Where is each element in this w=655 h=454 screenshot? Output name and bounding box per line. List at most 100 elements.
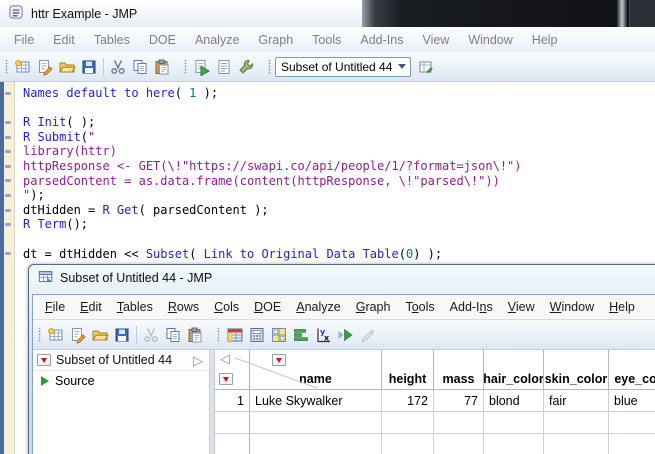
line-marker xyxy=(5,252,11,256)
menu-item-window[interactable]: Window xyxy=(550,300,594,314)
red-triangle-menu-icon[interactable] xyxy=(37,354,51,366)
graph-builder-icon[interactable] xyxy=(290,324,312,346)
menu-item-add-ins[interactable]: Add-Ins xyxy=(360,33,403,47)
data-table-window-icon xyxy=(38,269,54,288)
fit-yx-icon[interactable]: yx xyxy=(312,324,334,346)
open-folder-icon[interactable] xyxy=(56,56,78,78)
run-script-icon[interactable] xyxy=(191,56,213,78)
w1-toolbar-groups xyxy=(2,54,265,80)
toolbar-grip xyxy=(38,326,41,343)
line-marker xyxy=(5,150,11,154)
new-script-icon[interactable] xyxy=(67,324,89,346)
menu-item-analyze[interactable]: Analyze xyxy=(296,300,340,314)
menu-item-doe[interactable]: DOE xyxy=(149,33,176,47)
menu-item-add-ins[interactable]: Add-Ins xyxy=(450,300,493,314)
column-header-hair_color[interactable]: hair_color xyxy=(484,350,544,390)
row-number[interactable]: 1 xyxy=(215,390,250,412)
menu-item-tools[interactable]: Tools xyxy=(405,300,434,314)
column-header-eye_color[interactable]: eye_color xyxy=(609,350,655,390)
window-grid-icon[interactable] xyxy=(268,324,290,346)
menu-item-help[interactable]: Help xyxy=(532,33,558,47)
copy-icon[interactable] xyxy=(129,56,151,78)
log-icon[interactable] xyxy=(213,56,235,78)
toolbar-grip xyxy=(217,326,220,343)
script-window-icon xyxy=(8,4,25,24)
table-edit-icon[interactable] xyxy=(415,56,437,78)
menu-item-doe[interactable]: DOE xyxy=(254,300,281,314)
column-header-skin_color[interactable]: skin_color xyxy=(544,350,609,390)
open-folder-icon[interactable] xyxy=(89,324,111,346)
row-number[interactable] xyxy=(215,434,250,454)
w1-titlebar[interactable]: httr Example - JMP xyxy=(0,0,655,27)
table-row-empty xyxy=(215,412,655,434)
menu-item-cols[interactable]: Cols xyxy=(214,300,239,314)
menu-item-analyze[interactable]: Analyze xyxy=(195,33,239,47)
table-row[interactable]: 1 Luke Skywalker 172 77 blond fair blue xyxy=(215,390,655,412)
menu-item-file[interactable]: File xyxy=(14,33,34,47)
w2-body: Subset of Untitled 44 ▷ Source Columns (… xyxy=(33,350,655,454)
cell-hair_color[interactable]: blond xyxy=(484,390,544,412)
edit-icon[interactable] xyxy=(356,324,378,346)
menu-item-help[interactable]: Help xyxy=(609,300,635,314)
cell-name xyxy=(250,412,382,434)
code-line: R Init( ); xyxy=(23,115,96,130)
line-marker xyxy=(5,135,11,139)
menu-item-graph[interactable]: Graph xyxy=(258,33,293,47)
menu-item-graph[interactable]: Graph xyxy=(356,300,391,314)
new-script-icon[interactable] xyxy=(34,56,56,78)
paste-icon[interactable] xyxy=(184,324,206,346)
distribute-icon[interactable] xyxy=(334,324,356,346)
corner-diagonal-line xyxy=(234,357,318,389)
cell-skin_color[interactable]: fair xyxy=(544,390,609,412)
menu-item-tables[interactable]: Tables xyxy=(94,33,130,47)
menu-item-view[interactable]: View xyxy=(422,33,449,47)
code-line: dtHidden = R Get( parsedContent ); xyxy=(23,202,269,217)
editor-gutter xyxy=(4,82,15,454)
cell-hair_color xyxy=(484,412,544,434)
chevron-down-icon[interactable] xyxy=(394,64,410,69)
cell-height[interactable]: 172 xyxy=(382,390,434,412)
menu-item-window[interactable]: Window xyxy=(468,33,512,47)
w2-titlebar[interactable]: Subset of Untitled 44 - JMP xyxy=(29,265,655,291)
table-body[interactable]: 1 Luke Skywalker 172 77 blond fair blue xyxy=(215,390,655,454)
column-header-mass[interactable]: mass xyxy=(434,350,484,390)
tools-icon[interactable] xyxy=(235,56,257,78)
toolbar-grip xyxy=(5,58,8,75)
toolbar-separator xyxy=(103,57,104,76)
cut-icon[interactable] xyxy=(107,56,129,78)
table-selector-combo[interactable]: Subset of Untitled 44 xyxy=(275,56,411,77)
data-table-red-icon[interactable] xyxy=(224,324,246,346)
column-header-height[interactable]: height xyxy=(382,350,434,390)
menu-item-tables[interactable]: Tables xyxy=(117,300,153,314)
menu-item-tools[interactable]: Tools xyxy=(312,33,341,47)
sidebar-item-source[interactable]: Source xyxy=(33,371,209,391)
save-icon[interactable] xyxy=(111,324,133,346)
source-label: Source xyxy=(55,374,95,388)
new-table-icon[interactable] xyxy=(12,56,34,78)
window-title: Subset of Untitled 44 - JMP xyxy=(60,271,213,285)
menu-item-rows[interactable]: Rows xyxy=(168,300,199,314)
new-table-icon[interactable] xyxy=(45,324,67,346)
cell-mass[interactable]: 77 xyxy=(434,390,484,412)
formula-icon[interactable] xyxy=(246,324,268,346)
code-line: httpResponse <- GET(\!"https://swapi.co/… xyxy=(23,158,522,173)
menu-item-edit[interactable]: Edit xyxy=(80,300,102,314)
cut-icon[interactable] xyxy=(140,324,162,346)
line-marker xyxy=(5,164,11,168)
window-title: httr Example - JMP xyxy=(31,6,138,21)
cell-eye_color xyxy=(609,412,655,434)
menu-item-file[interactable]: File xyxy=(45,300,65,314)
save-icon[interactable] xyxy=(78,56,100,78)
panel-expand-icon[interactable]: ▷ xyxy=(193,354,205,367)
menu-item-view[interactable]: View xyxy=(508,300,535,314)
cell-height xyxy=(382,412,434,434)
paste-icon[interactable] xyxy=(151,56,173,78)
cell-name[interactable]: Luke Skywalker xyxy=(250,390,382,412)
row-number[interactable] xyxy=(215,412,250,434)
cell-eye_color[interactable]: blue xyxy=(609,390,655,412)
table-combo-group: Subset of Untitled 44 xyxy=(265,54,445,80)
table-row-empty xyxy=(215,434,655,454)
menu-item-edit[interactable]: Edit xyxy=(53,33,75,47)
copy-icon[interactable] xyxy=(162,324,184,346)
